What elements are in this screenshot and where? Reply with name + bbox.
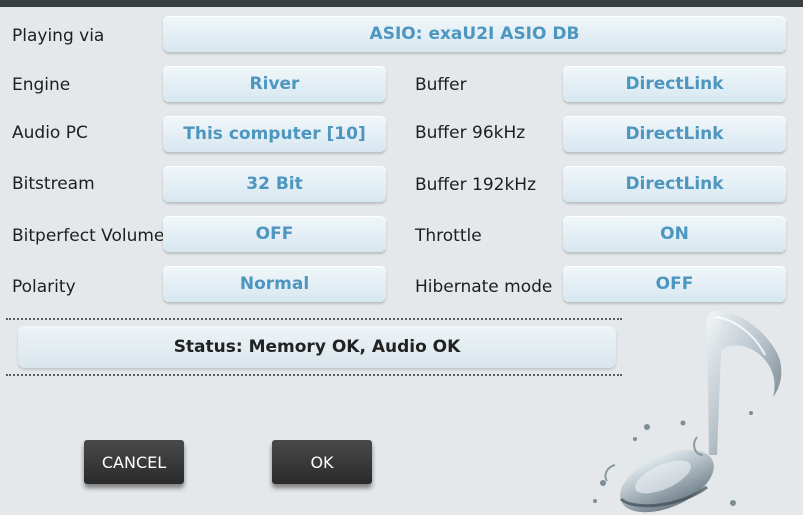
hibernate-mode-button[interactable]: OFF — [563, 266, 786, 302]
window-top-bar — [0, 0, 803, 7]
buffer-192khz-button[interactable]: DirectLink — [563, 166, 786, 202]
ok-button[interactable]: OK — [272, 440, 372, 484]
buffer-96khz-button[interactable]: DirectLink — [563, 116, 786, 152]
playing-via-label: Playing via — [12, 26, 105, 46]
buffer-label: Buffer — [415, 75, 467, 95]
buffer-96khz-label: Buffer 96kHz — [415, 123, 526, 143]
engine-label: Engine — [12, 75, 71, 95]
bitstream-label: Bitstream — [12, 174, 95, 194]
status-display: Status: Memory OK, Audio OK — [18, 326, 616, 368]
cancel-button[interactable]: CANCEL — [84, 440, 184, 484]
throttle-button[interactable]: ON — [563, 216, 786, 252]
throttle-label: Throttle — [415, 226, 482, 246]
buffer-192khz-label: Buffer 192kHz — [415, 175, 537, 195]
playing-via-button[interactable]: ASIO: exaU2I ASIO DB — [163, 16, 786, 52]
polarity-button[interactable]: Normal — [163, 266, 386, 302]
status-top-divider — [6, 318, 622, 320]
water-splash-music-note-icon — [593, 310, 782, 513]
buffer-button[interactable]: DirectLink — [563, 66, 786, 102]
engine-button[interactable]: River — [163, 66, 386, 102]
audio-pc-button[interactable]: This computer [10] — [163, 116, 386, 152]
bitperfect-volume-button[interactable]: OFF — [163, 216, 386, 252]
bitstream-button[interactable]: 32 Bit — [163, 166, 386, 202]
polarity-label: Polarity — [12, 277, 76, 297]
audio-pc-label: Audio PC — [12, 123, 88, 143]
bitperfect-volume-label: Bitperfect Volume — [12, 226, 165, 246]
status-bottom-divider — [6, 374, 622, 376]
hibernate-mode-label: Hibernate mode — [415, 277, 553, 297]
